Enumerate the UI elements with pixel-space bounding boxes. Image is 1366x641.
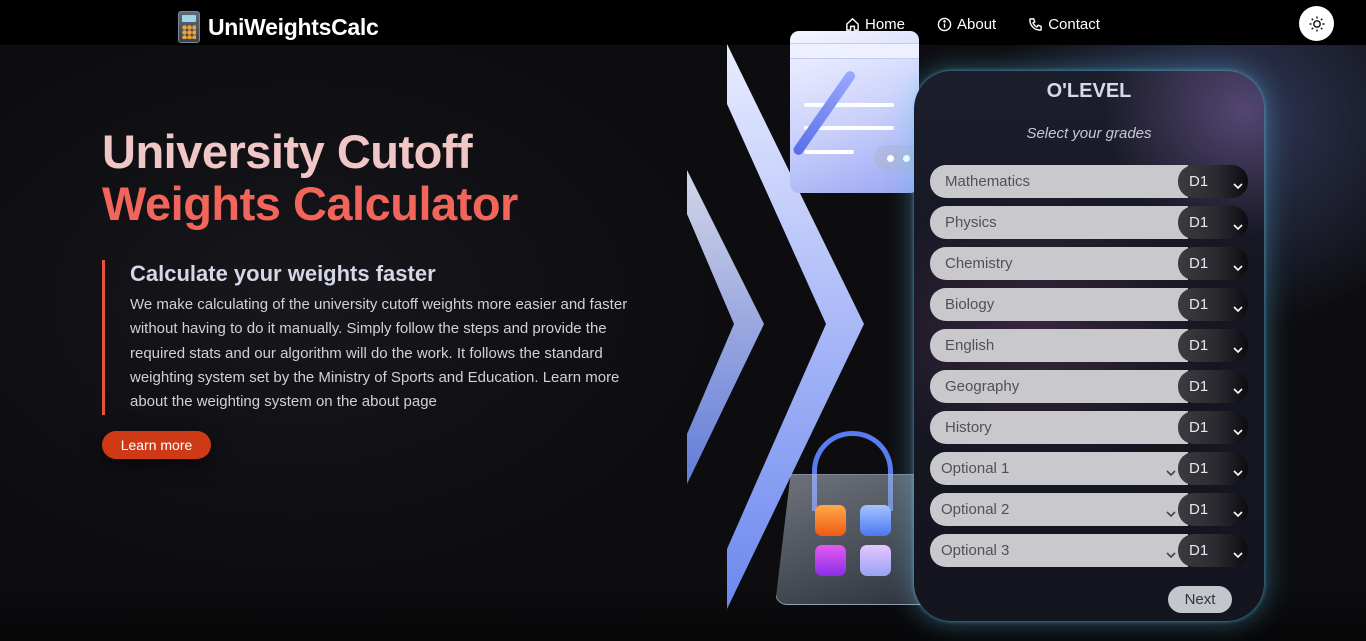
grade-select[interactable]: D1 [1178,329,1248,362]
subject-row: Biology D1 [930,288,1248,321]
chevron-down-icon [1166,505,1176,522]
olevel-grades-panel: O'LEVEL Select your grades Mathematics D1… [914,71,1264,621]
chevron-down-icon [1166,546,1176,563]
subject-name: English [945,337,995,354]
home-icon [846,17,859,31]
app-tile-lavender [860,545,891,576]
subject-label: Mathematics [930,165,1188,198]
grade-select[interactable]: D1 [1178,370,1248,403]
info-icon [937,17,952,32]
subject-row: Optional 3 D1 [930,534,1248,567]
subject-label: Biology [930,288,1188,321]
subject-row: English D1 [930,329,1248,362]
subject-row: Chemistry D1 [930,247,1248,280]
panel-title: O'LEVEL [1046,80,1132,102]
subject-name: Optional 1 [941,460,1010,477]
chevron-down-icon [1166,464,1176,481]
subject-name: Physics [945,214,997,231]
sun-icon [1309,16,1324,31]
hero-subheading: Calculate your weights faster [130,261,436,286]
grade-value: D1 [1189,542,1209,559]
subject-row: History D1 [930,411,1248,444]
navbar: UniWeightsCalc Home About Contact [0,0,1366,45]
subject-label: Geography [930,370,1188,403]
grade-select[interactable]: D1 [1178,452,1248,485]
chevron-down-icon [1233,423,1243,440]
chevron-down-icon [1233,546,1243,563]
brand[interactable]: UniWeightsCalc [178,10,379,44]
next-button[interactable]: Next [1168,586,1232,613]
subject-row: Geography D1 [930,370,1248,403]
grade-value: D1 [1189,296,1209,313]
chevron-down-icon [1233,341,1243,358]
hero-title-line1: University Cutoff [102,125,473,178]
optional-subject-select[interactable]: Optional 2 [930,493,1188,526]
grade-select[interactable]: D1 [1178,288,1248,321]
hero-body-text: We make calculating of the university cu… [130,296,628,411]
grade-value: D1 [1189,460,1209,477]
chevron-down-icon [1233,505,1243,522]
nav-about-link[interactable]: About [937,16,996,33]
app-tile-magenta [815,545,846,576]
grade-select[interactable]: D1 [1178,165,1248,198]
nav-contact-label: Contact [1048,16,1100,33]
bag-illustration [775,474,931,605]
grade-select[interactable]: D1 [1178,493,1248,526]
chevron-down-icon [1233,218,1243,235]
nav-about-label: About [957,16,997,33]
subject-name: Optional 2 [941,501,1010,518]
subject-label: History [930,411,1188,444]
theme-toggle-button[interactable] [1299,6,1334,41]
grade-value: D1 [1189,337,1209,354]
grade-value: D1 [1189,378,1209,395]
grade-select[interactable]: D1 [1178,534,1248,567]
subject-row: Optional 2 D1 [930,493,1248,526]
phone-icon [1029,18,1043,31]
calculator-icon [178,11,200,43]
optional-subject-select[interactable]: Optional 1 [930,452,1188,485]
panel-subtitle: Select your grades [1026,125,1152,142]
subject-label: English [930,329,1188,362]
grade-select[interactable]: D1 [1178,247,1248,280]
grade-value: D1 [1189,255,1209,272]
subject-name: Biology [945,296,995,313]
grade-select[interactable]: D1 [1178,206,1248,239]
chevron-down-icon [1233,382,1243,399]
chevron-down-icon [1233,177,1243,194]
subject-name: Optional 3 [941,542,1010,559]
optional-subject-select[interactable]: Optional 3 [930,534,1188,567]
app-tile-orange [815,505,846,536]
chevron-down-icon [1233,259,1243,276]
brand-name: UniWeightsCalc [208,13,379,40]
subject-name: Geography [945,378,1020,395]
grade-select[interactable]: D1 [1178,411,1248,444]
hero-title-line2: Weights Calculator [102,177,518,230]
subject-name: Chemistry [945,255,1013,272]
nav-contact-link[interactable]: Contact [1028,16,1100,33]
subject-name: Mathematics [945,173,1031,190]
chevron-down-icon [1233,300,1243,317]
subject-name: History [945,419,992,436]
subject-row: Physics D1 [930,206,1248,239]
grade-value: D1 [1189,419,1209,436]
app-tile-blue [860,505,891,536]
learn-more-button[interactable]: Learn more [102,431,211,459]
subject-label: Physics [930,206,1188,239]
grade-value: D1 [1189,173,1209,190]
grade-value: D1 [1189,501,1209,518]
hero-description-block: Calculate your weights faster We make ca… [102,260,642,415]
subject-row: Mathematics D1 [930,165,1248,198]
grade-value: D1 [1189,214,1209,231]
subject-row: Optional 1 D1 [930,452,1248,485]
subject-label: Chemistry [930,247,1188,280]
chevron-down-icon [1233,464,1243,481]
